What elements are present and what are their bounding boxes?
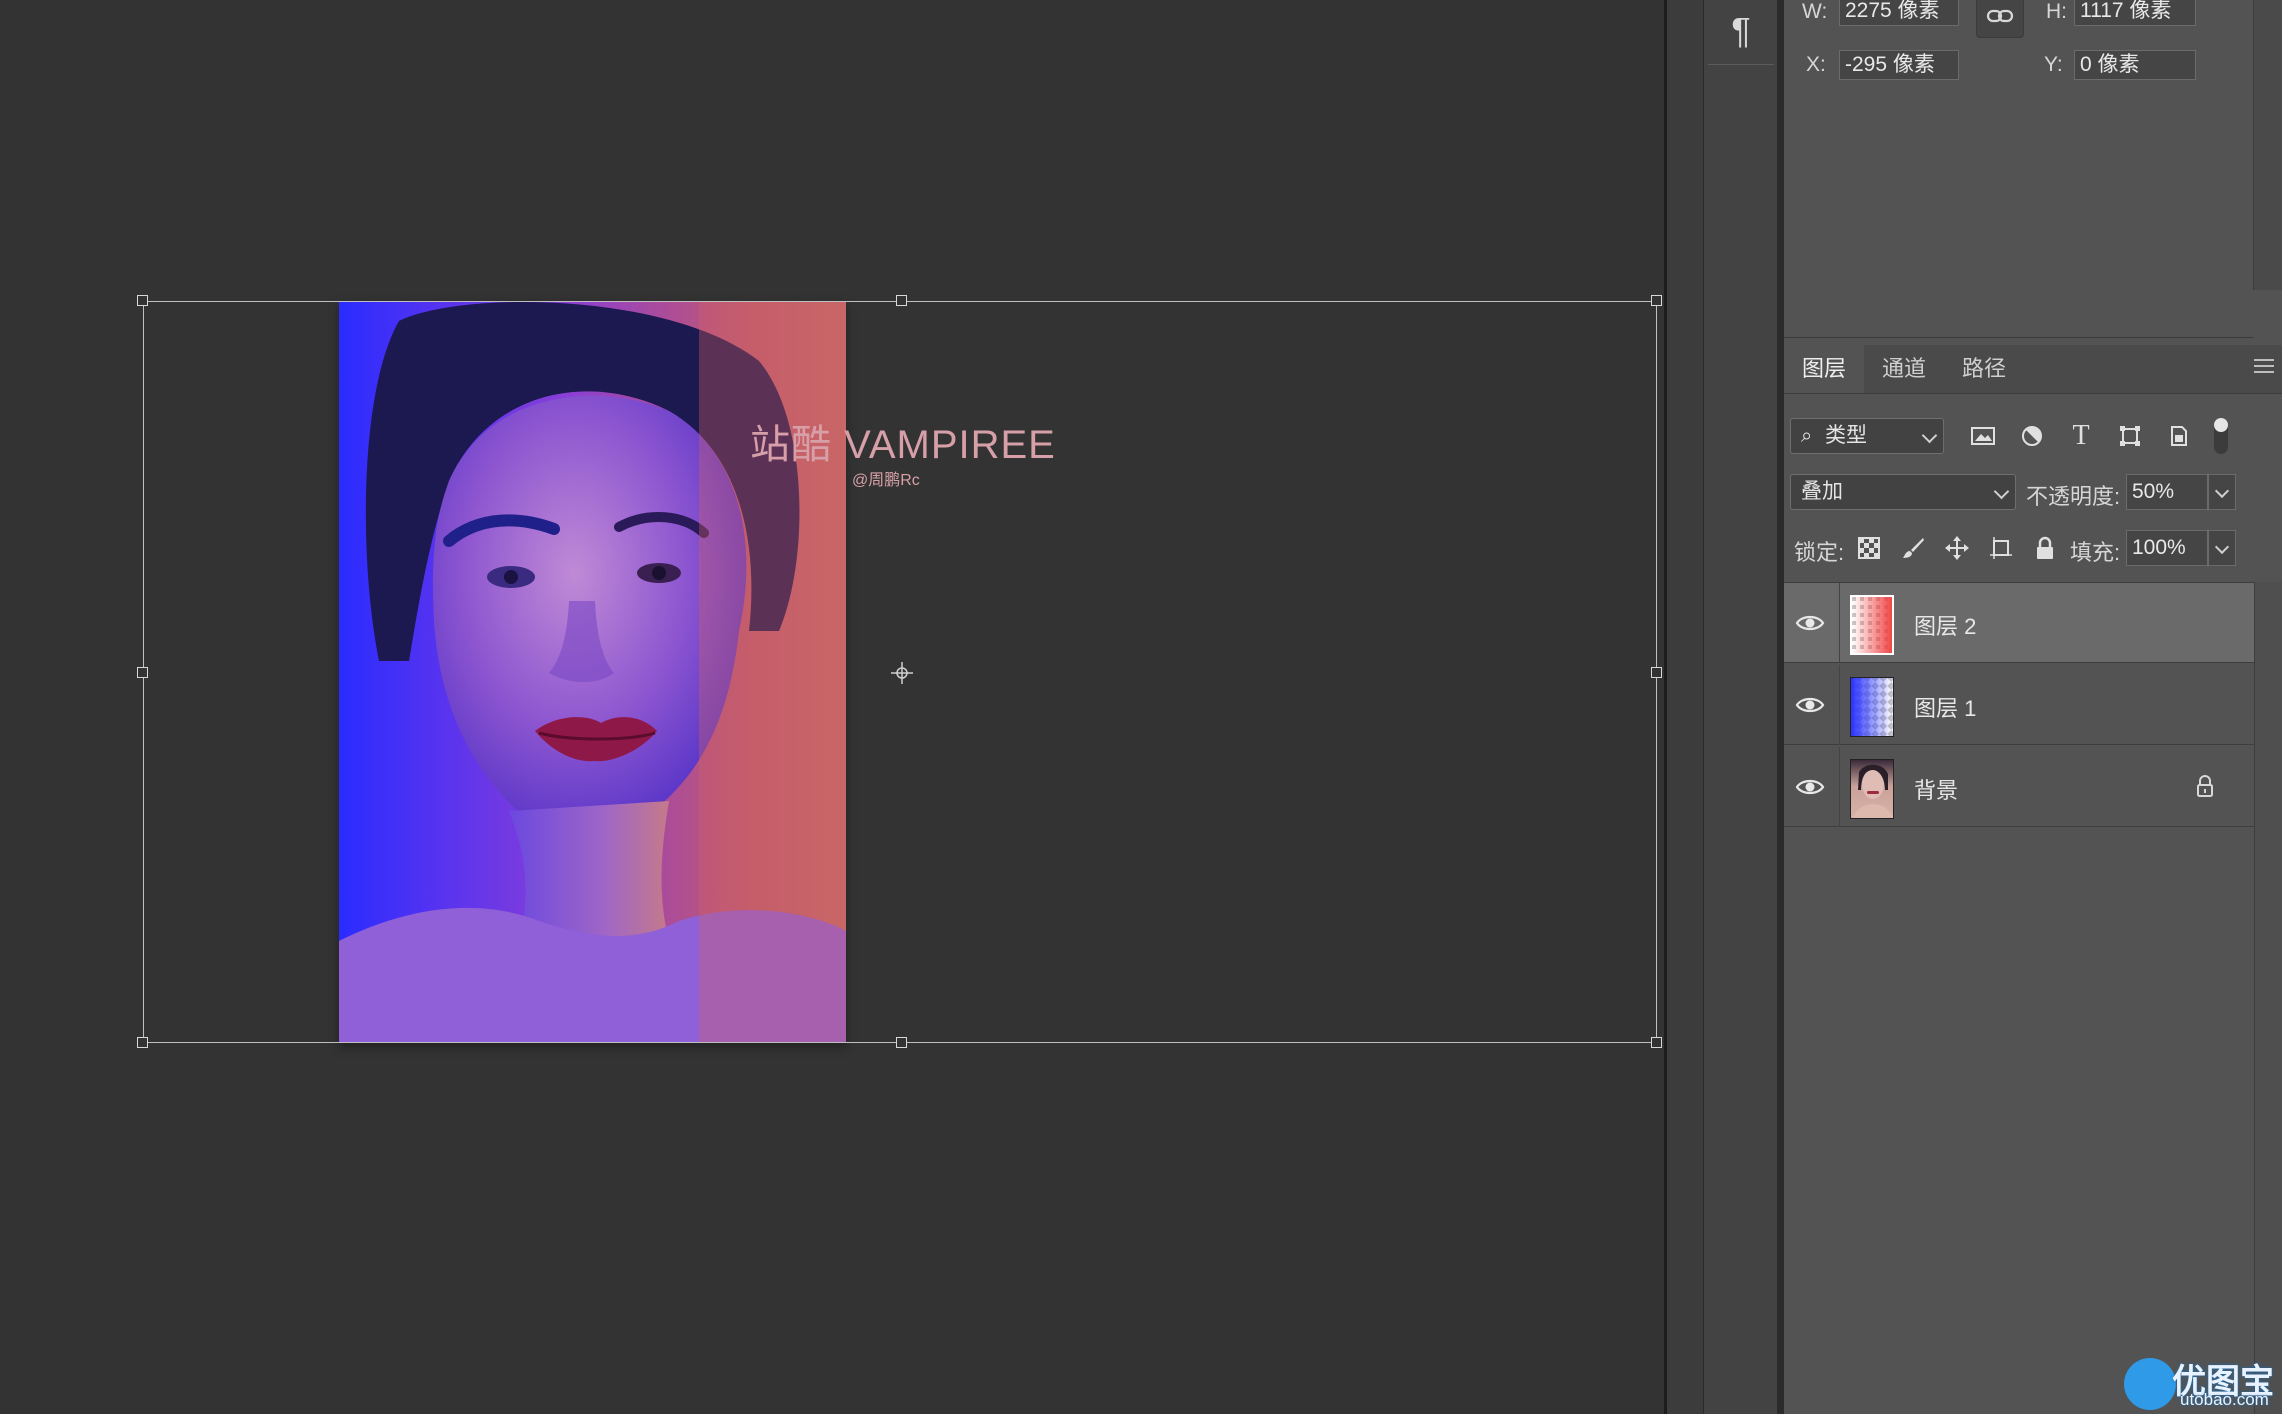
- search-icon: ⌕: [1801, 425, 1813, 447]
- properties-panel: W: 2275 像素 H: 1117 像素 X: -295 像素 Y: 0 像素: [1784, 0, 2282, 338]
- transform-handle-middle-right[interactable]: [1651, 667, 1662, 678]
- fill-field[interactable]: 100%: [2126, 530, 2208, 566]
- lock-label: 锁定:: [1794, 540, 1845, 565]
- panel-menu-icon[interactable]: [2254, 359, 2274, 377]
- link-icon: [1986, 9, 2014, 23]
- row-separator: [1839, 665, 1840, 745]
- layer-filter-dropdown[interactable]: ⌕ 类型: [1790, 418, 1944, 454]
- dock-strip: [1667, 0, 1703, 1414]
- adjustment-filter-icon[interactable]: [2017, 421, 2047, 451]
- watermark-site: utobao.com: [2180, 1390, 2269, 1409]
- x-label: X:: [1806, 53, 1826, 76]
- layer-name: 图层 2: [1914, 614, 1977, 639]
- opacity-dropdown-button[interactable]: [2208, 474, 2236, 510]
- row-separator: [1839, 583, 1840, 663]
- layer-row[interactable]: 图层 2: [1784, 583, 2254, 663]
- tab-channels[interactable]: 通道: [1864, 345, 1944, 393]
- chevron-down-icon: [1993, 483, 2010, 500]
- layer-lock-icon[interactable]: [2196, 775, 2214, 797]
- type-filter-icon[interactable]: T: [2066, 420, 2096, 451]
- layer-thumbnail: [1850, 677, 1894, 737]
- lock-image-pixels-icon[interactable]: [1898, 533, 1928, 563]
- layers-panel-tabs: 图层 通道 路径: [1784, 345, 2282, 394]
- shape-filter-icon[interactable]: [2115, 421, 2145, 451]
- lock-all-icon[interactable]: [2030, 533, 2060, 563]
- visibility-eye-icon[interactable]: [1794, 689, 1826, 721]
- right-panel: W: 2275 像素 H: 1117 像素 X: -295 像素 Y: 0 像素…: [1784, 0, 2282, 1414]
- lock-transparent-pixels-icon[interactable]: [1854, 533, 1884, 563]
- properties-scrollbar[interactable]: [2253, 0, 2282, 290]
- layer-row[interactable]: 背景: [1784, 747, 2254, 827]
- icon-separator: [1708, 64, 1774, 65]
- tab-paths[interactable]: 路径: [1944, 345, 2024, 393]
- transform-handle-top-center[interactable]: [896, 295, 907, 306]
- chevron-down-icon: [2214, 539, 2230, 555]
- layer-name: 背景: [1914, 778, 1959, 803]
- opacity-field[interactable]: 50%: [2126, 474, 2208, 510]
- fill-dropdown-button[interactable]: [2208, 530, 2236, 566]
- canvas-overlay-subtitle: @周鹏Rc: [852, 472, 920, 489]
- x-position-field[interactable]: -295 像素: [1839, 50, 1959, 80]
- link-dimensions-button[interactable]: [1976, 0, 2024, 38]
- lock-artboard-icon[interactable]: [1986, 533, 2016, 563]
- blend-mode-value: 叠加: [1801, 480, 1843, 503]
- height-field[interactable]: 1117 像素: [2074, 0, 2196, 26]
- collapsed-panel-icons: ¶: [1703, 0, 1779, 1414]
- filter-toggle[interactable]: [2214, 418, 2228, 454]
- layer-row[interactable]: 图层 1: [1784, 665, 2254, 745]
- y-label: Y:: [2044, 53, 2063, 76]
- opacity-label: 不透明度:: [2026, 484, 2121, 509]
- smart-object-filter-icon[interactable]: [2164, 421, 2194, 451]
- watermark-logo: 优图宝 utobao.com: [2124, 1356, 2280, 1412]
- width-label: W:: [1802, 0, 1828, 23]
- panel-gap: [1777, 0, 1784, 1414]
- tab-layers[interactable]: 图层: [1784, 345, 1864, 393]
- transform-handle-bottom-center[interactable]: [896, 1037, 907, 1048]
- transform-handle-top-left[interactable]: [137, 295, 148, 306]
- layer-filter-value: 类型: [1825, 424, 1867, 447]
- transform-handle-top-right[interactable]: [1651, 295, 1662, 306]
- paragraph-icon[interactable]: ¶: [1704, 10, 1778, 52]
- layer-name: 图层 1: [1914, 696, 1977, 721]
- y-position-field[interactable]: 0 像素: [2074, 50, 2196, 80]
- transform-handle-middle-left[interactable]: [137, 667, 148, 678]
- layer-thumbnail: [1850, 759, 1894, 819]
- image-filter-icon[interactable]: [1968, 421, 1998, 451]
- row-separator: [1839, 747, 1840, 827]
- transform-handle-bottom-right[interactable]: [1651, 1037, 1662, 1048]
- layer-thumbnail: [1850, 595, 1894, 655]
- blend-mode-dropdown[interactable]: 叠加: [1790, 474, 2016, 510]
- lock-position-icon[interactable]: [1942, 533, 1972, 563]
- visibility-eye-icon[interactable]: [1794, 771, 1826, 803]
- document-canvas[interactable]: 站酷 VAMPIREE @周鹏Rc: [0, 0, 1664, 1414]
- visibility-eye-icon[interactable]: [1794, 607, 1826, 639]
- layers-scrollbar-track[interactable]: [2254, 582, 2282, 1414]
- height-label: H:: [2046, 0, 2067, 23]
- width-field[interactable]: 2275 像素: [1839, 0, 1959, 26]
- canvas-overlay-title: 站酷 VAMPIREE: [750, 423, 1056, 467]
- layers-list: 图层 2 图层 1 背景: [1784, 582, 2254, 833]
- chevron-down-icon: [1921, 427, 1938, 444]
- bird-logo-icon: [2124, 1358, 2176, 1410]
- fill-label: 填充:: [2070, 540, 2121, 565]
- transform-handle-bottom-left[interactable]: [137, 1037, 148, 1048]
- chevron-down-icon: [2214, 483, 2230, 499]
